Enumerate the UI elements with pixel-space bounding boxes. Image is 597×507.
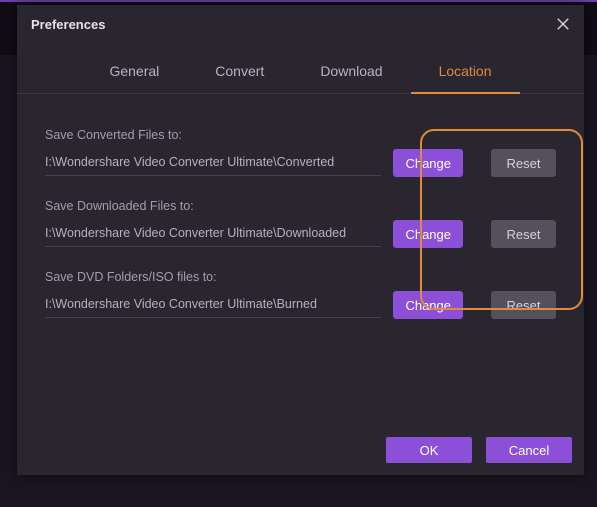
ok-button[interactable]: OK — [386, 437, 472, 463]
dialog-titlebar: Preferences — [17, 5, 584, 43]
row-actions: Change Reset — [393, 220, 556, 248]
change-button-dvd[interactable]: Change — [393, 291, 463, 319]
reset-button-downloaded[interactable]: Reset — [491, 220, 556, 248]
change-button-converted[interactable]: Change — [393, 149, 463, 177]
field-row: Change Reset — [45, 291, 556, 319]
path-input-converted[interactable] — [45, 151, 381, 176]
cancel-button[interactable]: Cancel — [486, 437, 572, 463]
close-icon — [556, 17, 570, 31]
change-button-downloaded[interactable]: Change — [393, 220, 463, 248]
path-input-dvd[interactable] — [45, 293, 381, 318]
row-actions: Change Reset — [393, 291, 556, 319]
field-label-dvd: Save DVD Folders/ISO files to: — [45, 270, 556, 284]
tab-convert[interactable]: Convert — [187, 51, 292, 93]
tab-general[interactable]: General — [81, 51, 187, 93]
tab-location[interactable]: Location — [411, 51, 520, 93]
field-converted: Save Converted Files to: Change Reset — [45, 128, 556, 177]
field-dvd: Save DVD Folders/ISO files to: Change Re… — [45, 270, 556, 319]
tab-content-location: Save Converted Files to: Change Reset Sa… — [17, 94, 584, 475]
field-label-downloaded: Save Downloaded Files to: — [45, 199, 556, 213]
close-button[interactable] — [554, 15, 572, 33]
tabs-bar: General Convert Download Location — [17, 43, 584, 94]
field-row: Change Reset — [45, 149, 556, 177]
field-downloaded: Save Downloaded Files to: Change Reset — [45, 199, 556, 248]
dialog-title: Preferences — [31, 17, 105, 32]
field-row: Change Reset — [45, 220, 556, 248]
preferences-dialog: Preferences General Convert Download Loc… — [17, 5, 584, 475]
reset-button-dvd[interactable]: Reset — [491, 291, 556, 319]
dialog-footer: OK Cancel — [386, 437, 572, 463]
field-label-converted: Save Converted Files to: — [45, 128, 556, 142]
row-actions: Change Reset — [393, 149, 556, 177]
reset-button-converted[interactable]: Reset — [491, 149, 556, 177]
tab-download[interactable]: Download — [292, 51, 410, 93]
path-input-downloaded[interactable] — [45, 222, 381, 247]
